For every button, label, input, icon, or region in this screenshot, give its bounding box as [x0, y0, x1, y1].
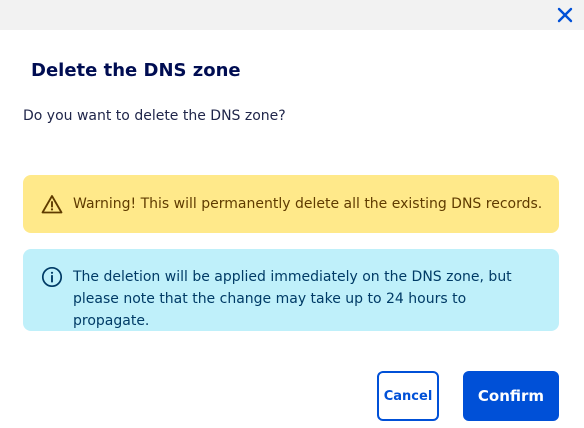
info-alert: The deletion will be applied immediately…	[23, 249, 559, 331]
warning-text: Warning! This will permanently delete al…	[73, 196, 543, 212]
cancel-button[interactable]: Cancel	[377, 371, 439, 421]
delete-dns-zone-dialog: Delete the DNS zone Do you want to delet…	[0, 0, 584, 428]
warning-triangle-icon	[41, 193, 63, 215]
close-button[interactable]	[554, 4, 576, 26]
dialog-header-bar	[0, 0, 584, 30]
confirm-button[interactable]: Confirm	[463, 371, 559, 421]
warning-alert: Warning! This will permanently delete al…	[23, 175, 559, 233]
close-icon[interactable]	[557, 7, 573, 23]
info-circle-icon	[41, 266, 63, 288]
info-text: The deletion will be applied immediately…	[73, 269, 512, 329]
confirmation-question: Do you want to delete the DNS zone?	[23, 108, 286, 124]
dialog-title: Delete the DNS zone	[31, 60, 241, 81]
